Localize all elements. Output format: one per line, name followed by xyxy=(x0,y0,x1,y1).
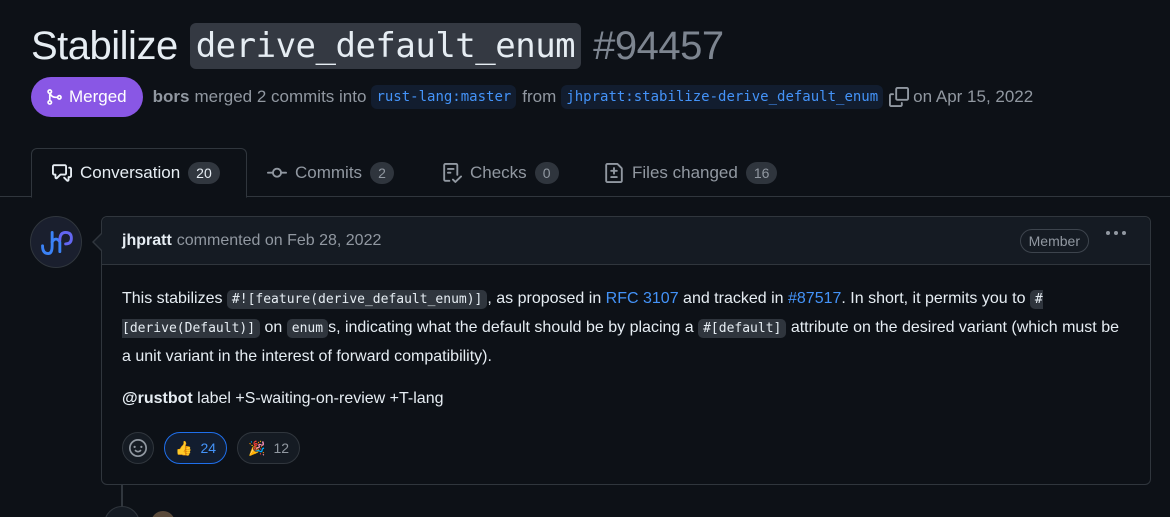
timeline-event-icon xyxy=(104,506,140,517)
tab-conversation-label: Conversation xyxy=(80,163,181,182)
reactions-bar: 👍 24 🎉 12 xyxy=(122,432,301,464)
merge-text: merged 2 commits into xyxy=(194,87,367,106)
smiley-icon xyxy=(129,439,147,457)
tab-checks-label: Checks xyxy=(470,163,527,182)
add-reaction-button[interactable] xyxy=(122,432,154,464)
tab-files-changed-count: 16 xyxy=(745,162,778,184)
avatar[interactable] xyxy=(151,511,175,517)
body-text: s, indicating what the default should be… xyxy=(328,319,699,336)
file-diff-icon xyxy=(605,163,623,183)
tab-conversation[interactable]: Conversation 20 xyxy=(31,148,247,198)
inline-code: #![feature(derive_default_enum)] xyxy=(226,290,488,309)
pr-meta: Merged bors merged 2 commits into rust-l… xyxy=(31,77,1038,117)
merger-link[interactable]: bors xyxy=(153,87,190,107)
pr-tabs: Conversation 20 Commits 2 Checks 0 Files… xyxy=(0,148,1170,198)
pr-title-code: derive_default_enum xyxy=(189,23,582,69)
body-text: and tracked in xyxy=(678,290,788,307)
body-text: This stabilizes xyxy=(122,290,227,307)
tab-commits[interactable]: Commits 2 xyxy=(267,148,395,198)
copy-icon[interactable] xyxy=(889,87,910,107)
comment: jhpratt commented on Feb 28, 2022 Member… xyxy=(101,216,1151,485)
base-branch-link[interactable]: rust-lang:master xyxy=(371,85,517,109)
commit-icon xyxy=(267,167,287,178)
kebab-menu-icon[interactable] xyxy=(1106,231,1126,235)
jhpratt-logo-icon xyxy=(41,230,73,255)
head-branch-link[interactable]: jhpratt:stabilize-derive_default_enum xyxy=(561,85,884,109)
body-text: label +S-waiting-on-review +T-lang xyxy=(192,390,444,407)
hooray-reaction[interactable]: 🎉 12 xyxy=(237,432,301,464)
thumbs-up-reaction[interactable]: 👍 24 xyxy=(164,432,228,464)
comment-timestamp[interactable]: commented on Feb 28, 2022 xyxy=(177,232,382,250)
party-popper-icon: 🎉 xyxy=(248,439,266,456)
rfc-link[interactable]: RFC 3107 xyxy=(606,290,679,307)
tab-files-changed-label: Files changed xyxy=(632,163,738,182)
rustbot-mention[interactable]: @rustbot xyxy=(122,390,193,407)
comment-pointer-fill xyxy=(94,234,102,250)
reaction-count: 24 xyxy=(200,440,217,456)
pr-title-text: Stabilize xyxy=(31,23,178,68)
body-text: . In short, it permits you to xyxy=(841,290,1030,307)
tab-conversation-count: 20 xyxy=(188,162,220,184)
thumbs-up-icon: 👍 xyxy=(175,439,193,456)
issue-link[interactable]: #87517 xyxy=(788,290,841,307)
body-text: on xyxy=(260,319,287,336)
inline-code: enum xyxy=(286,319,329,338)
comment-paragraph: This stabilizes #![feature(derive_defaul… xyxy=(122,285,1132,371)
body-text: , as proposed in xyxy=(487,290,606,307)
inline-code: #[default] xyxy=(698,319,787,338)
comment-header: jhpratt commented on Feb 28, 2022 Member xyxy=(102,217,1150,265)
tab-commits-label: Commits xyxy=(295,163,363,182)
tab-checks-count: 0 xyxy=(534,162,559,184)
comment-author-link[interactable]: jhpratt xyxy=(122,232,172,250)
comment-paragraph: @rustbot label +S-waiting-on-review +T-l… xyxy=(122,385,444,413)
tab-files-changed[interactable]: Files changed 16 xyxy=(604,148,778,198)
tab-commits-count: 2 xyxy=(370,162,395,184)
avatar[interactable] xyxy=(30,216,82,268)
tab-checks[interactable]: Checks 0 xyxy=(442,148,559,198)
comment-discussion-icon xyxy=(52,164,72,182)
merged-status-badge: Merged xyxy=(31,77,143,117)
checklist-icon xyxy=(443,163,462,183)
merged-status-label: Merged xyxy=(69,87,127,106)
pr-title: Stabilize derive_default_enum #94457 xyxy=(31,20,724,72)
pr-number: #94457 xyxy=(593,23,724,68)
merge-date: on Apr 15, 2022 xyxy=(913,87,1034,106)
member-badge: Member xyxy=(1019,229,1089,253)
reaction-count: 12 xyxy=(273,440,290,456)
from-text: from xyxy=(522,87,557,106)
git-merge-icon xyxy=(47,89,62,105)
